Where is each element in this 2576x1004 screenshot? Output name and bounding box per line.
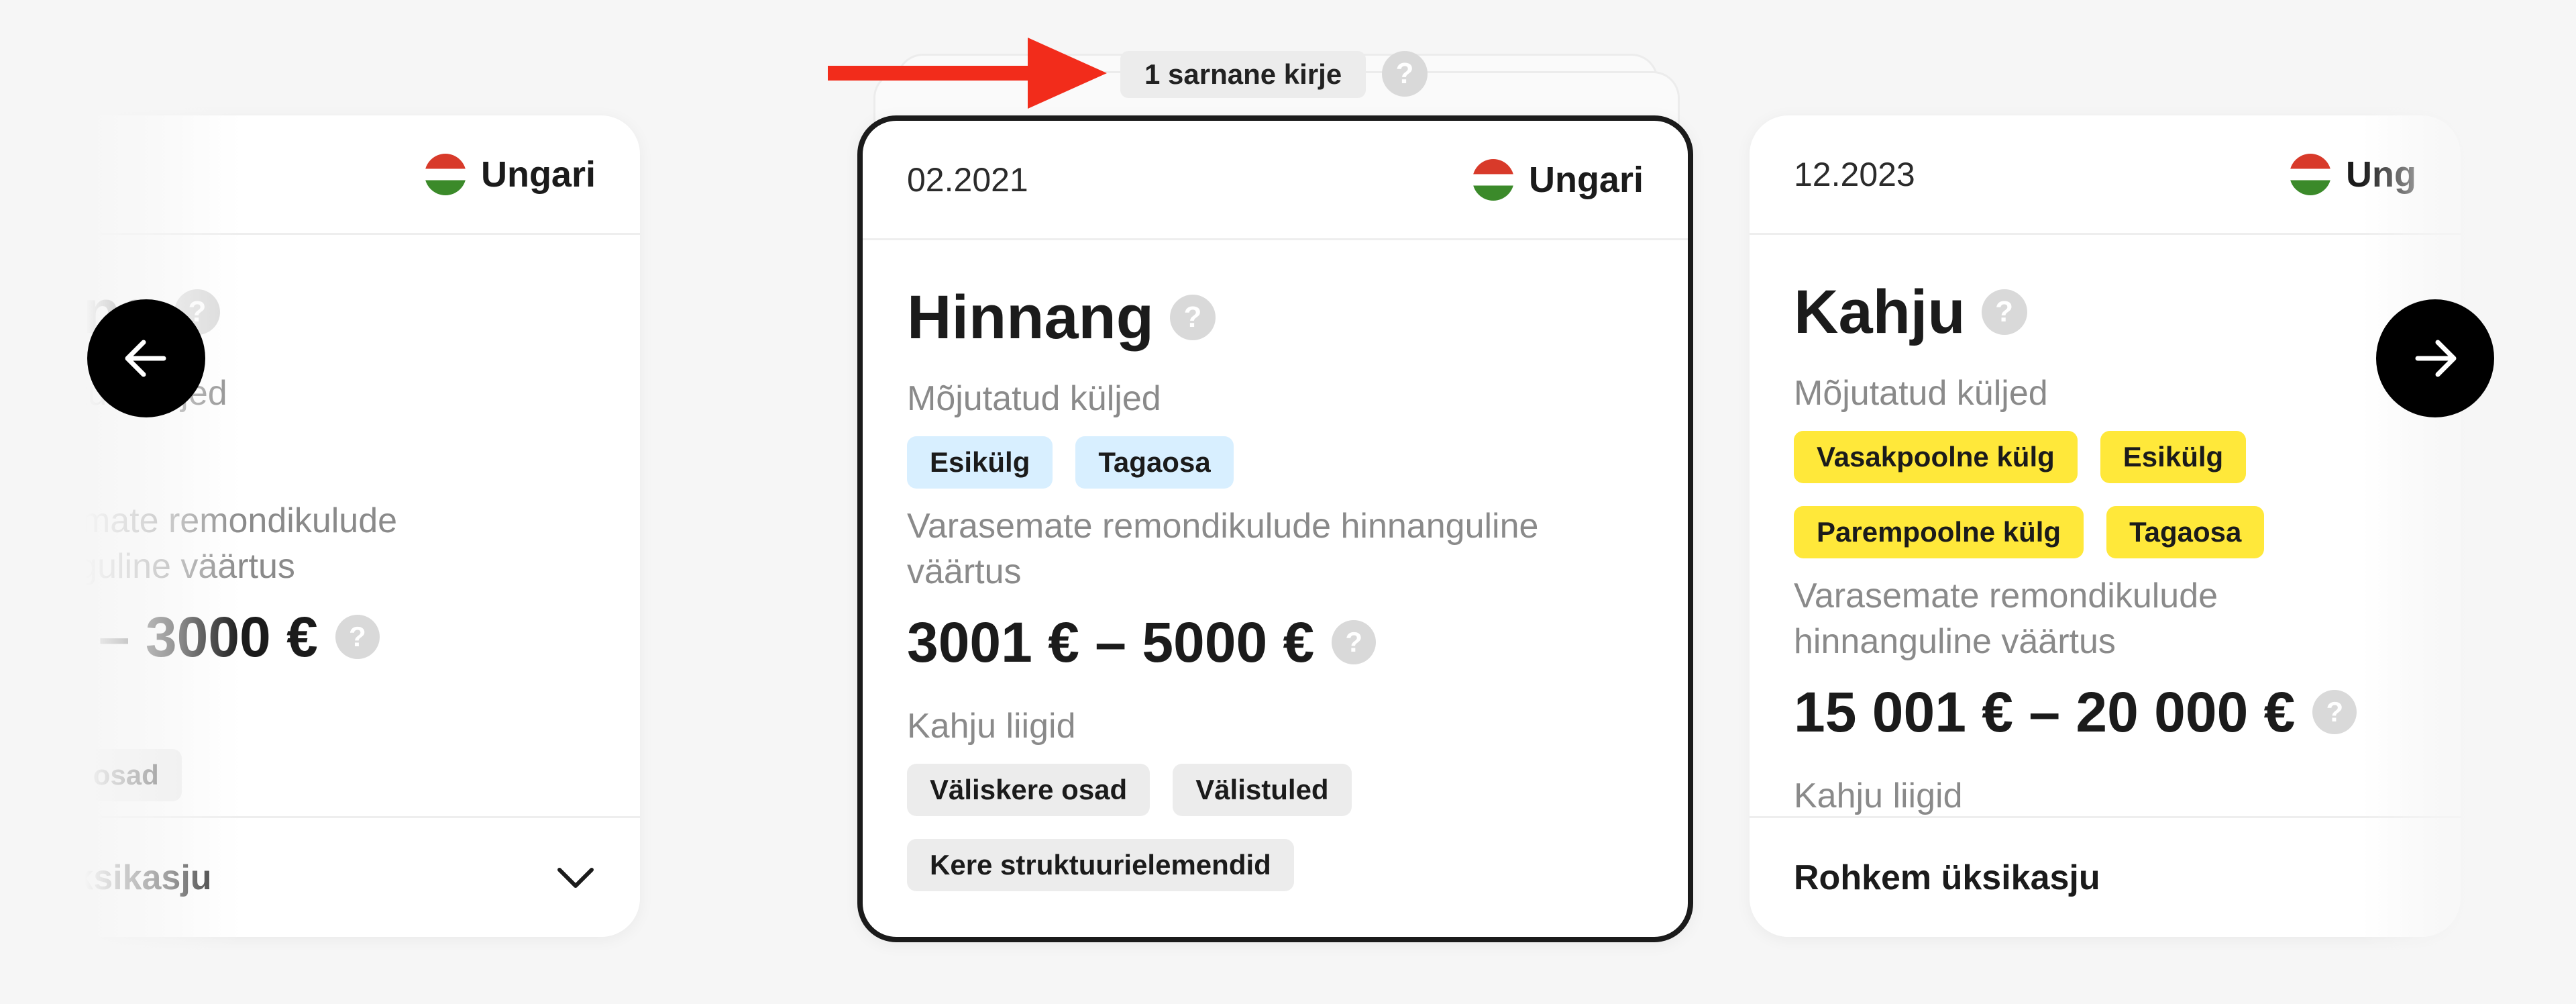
country: Ungari <box>424 153 596 195</box>
help-icon[interactable]: ? <box>1169 295 1216 340</box>
card-body: Kahju ? Mõjutatud küljed Vasakpoolne kül… <box>1750 235 2461 819</box>
card-body: nnang ? Mõjutatud küljed külg Varasemate… <box>0 235 640 801</box>
hungary-flag-icon <box>1472 158 1514 201</box>
more-details-toggle[interactable]: kem üksikasju <box>0 816 640 937</box>
damage-card[interactable]: 12.2023 Ung Kahju ? Mõjutatud küljed Vas… <box>1750 115 2461 937</box>
damage-type-title: Kahju ? <box>1794 268 2416 356</box>
damage-kind-tag: Välistuled <box>1173 764 1352 816</box>
card-body: Hinnang ? Mõjutatud küljed Esikülg Tagao… <box>863 240 1688 891</box>
card-date: 020 <box>0 155 30 193</box>
more-details-toggle[interactable]: Rohkem üksikasju <box>1750 816 2461 937</box>
hungary-flag-icon <box>2290 153 2332 195</box>
affected-side-tag: Parempoolne külg <box>1794 506 2084 558</box>
card-header: 02.2021 Ungari <box>863 121 1688 240</box>
help-icon[interactable]: ? <box>1981 289 2027 335</box>
card-header: 12.2023 Ung <box>1750 115 2461 235</box>
affected-sides-label: Mõjutatud küljed <box>1794 374 2048 413</box>
country: Ung <box>2290 153 2416 195</box>
affected-sides-tags: külg <box>0 431 596 483</box>
affected-sides-label: Mõjutatud küljed <box>907 379 1161 418</box>
card-date: 02.2021 <box>907 160 1028 199</box>
affected-side-tag: külg <box>0 431 77 483</box>
repair-cost-value: 15 001 € – 20 000 € <box>1794 680 2296 744</box>
damage-type: Kahju <box>1794 277 1966 346</box>
country-name: Ung <box>2346 154 2416 195</box>
more-details-label: kem üksikasju <box>0 858 212 897</box>
affected-sides-label: Mõjutatud küljed <box>0 374 227 413</box>
affected-side-tag: Tagaosa <box>2106 506 2265 558</box>
help-icon[interactable]: ? <box>1332 620 1377 664</box>
damage-kinds-label: Kahju liigid <box>907 707 1076 746</box>
repair-cost-value: 01 € – 3000 € <box>0 605 318 668</box>
damage-kind-tag: liskere osad <box>0 749 182 801</box>
arrow-left-icon <box>125 340 166 377</box>
repair-cost: 3001 € – 5000 € ? <box>907 605 1644 679</box>
damage-kind-tag: Kere struktuurielemendid <box>907 839 1294 891</box>
arrow-right-icon <box>2415 340 2457 377</box>
damage-type: Hinnang <box>907 283 1154 352</box>
repair-cost: 01 € – 3000 € ? <box>0 600 596 674</box>
repair-cost-label: Varasemate remondikulude hinnanguline vä… <box>0 501 398 586</box>
affected-side-tag: Esikülg <box>907 436 1053 489</box>
damage-card[interactable]: 020 Ungari nnang ? Mõjutatud küljed külg… <box>0 115 640 937</box>
repair-cost-label: Varasemate remondikulude hinnanguline vä… <box>907 507 1539 591</box>
damage-kinds-label: u liigid <box>0 692 72 731</box>
damage-kinds-tags: Väliskere osad Välistuled Kere struktuur… <box>907 764 1644 891</box>
country-name: Ungari <box>480 154 596 195</box>
affected-side-tag: Vasakpoolne külg <box>1794 431 2078 483</box>
repair-cost: 15 001 € – 20 000 € ? <box>1794 675 2416 749</box>
damage-history-carousel: 020 Ungari nnang ? Mõjutatud küljed külg… <box>0 0 2576 1004</box>
chevron-down-icon <box>557 867 594 888</box>
more-details-label: Rohkem üksikasju <box>1794 858 2100 897</box>
help-icon[interactable]: ? <box>335 615 380 659</box>
repair-cost-label: Varasemate remondikulude hinnanguline vä… <box>1794 576 2218 661</box>
country: Ungari <box>1472 158 1644 201</box>
country-name: Ungari <box>1528 159 1644 200</box>
help-icon[interactable]: ? <box>1382 51 1428 97</box>
damage-card-active[interactable]: 02.2021 Ungari Hinnang ? Mõjutatud külje… <box>857 115 1693 942</box>
affected-side-tag: Esikülg <box>2100 431 2247 483</box>
card-date: 12.2023 <box>1794 155 1915 193</box>
affected-sides-tags: Vasakpoolne külg Esikülg Parempoolne kül… <box>1794 431 2416 558</box>
card-header: 020 Ungari <box>0 115 640 235</box>
damage-kinds-label: Kahju liigid <box>1794 776 1963 815</box>
pointer-arrow-icon <box>828 38 1107 109</box>
affected-sides-tags: Esikülg Tagaosa <box>907 436 1644 489</box>
affected-side-tag: Tagaosa <box>1075 436 1234 489</box>
help-icon[interactable]: ? <box>2312 690 2357 734</box>
damage-kinds-tags: liskere osad <box>0 749 596 801</box>
previous-button[interactable] <box>87 299 205 417</box>
repair-cost-value: 3001 € – 5000 € <box>907 610 1315 674</box>
hungary-flag-icon <box>424 153 466 195</box>
damage-kind-tag: Väliskere osad <box>907 764 1150 816</box>
similar-records-badge[interactable]: 1 sarnane kirje <box>1120 51 1366 98</box>
next-button[interactable] <box>2376 299 2494 417</box>
damage-type-title: Hinnang ? <box>907 274 1644 361</box>
